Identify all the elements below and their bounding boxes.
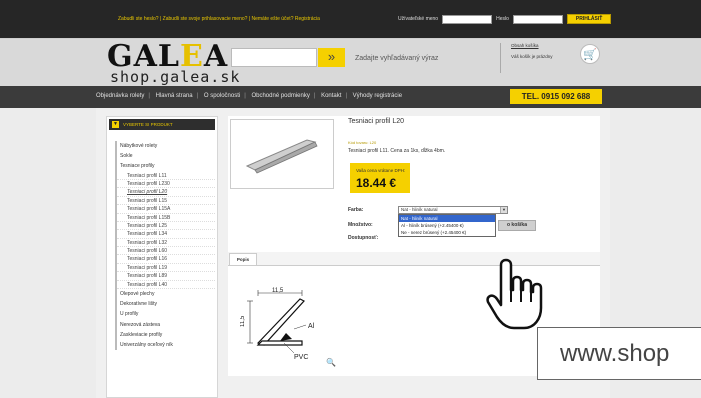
product-profile-image xyxy=(245,139,318,174)
logo-sub[interactable]: shop.galea.sk xyxy=(110,68,240,86)
product-description: Tesniaci profil L11. Cena za 1ks, dĺžka … xyxy=(348,148,446,154)
sidebar-category[interactable]: Univerzálny oceľový ník xyxy=(117,340,215,350)
username-label: Užívateľské meno xyxy=(398,16,439,22)
price-box: Vaša cena vrátane DPH: 18.44 € xyxy=(350,163,410,193)
color-select[interactable]: Nat - hliník natural ▼ xyxy=(398,206,508,214)
color-option[interactable]: Nat - hliník natural xyxy=(399,215,495,222)
top-bar: Zabudli ste heslo? | Zabudli ste svoje p… xyxy=(0,0,701,38)
sidebar-list: Nábytkové rolety Sokle Tesniace profily Tes… xyxy=(115,141,215,351)
cart-title-link[interactable]: Obsah košíka xyxy=(511,43,539,48)
dim-height-label: 11,5 xyxy=(240,315,246,327)
phone-badge: TEL. 0915 092 688 xyxy=(510,89,602,104)
sidebar-category[interactable]: Nábytkové rolety xyxy=(117,141,215,151)
password-input[interactable] xyxy=(512,14,563,24)
sidebar-category[interactable]: Tesniace profily xyxy=(117,161,215,171)
color-option[interactable]: Al - hliník brúsený (+2.45400 €) xyxy=(399,222,495,229)
sidebar-subitem[interactable]: Tesniaci profil L230 xyxy=(117,180,215,189)
price-label: Vaša cena vrátane DPH: xyxy=(356,168,406,173)
sidebar-category[interactable]: Zaskleviacie profily xyxy=(117,330,215,340)
login-button[interactable]: PRIHLÁSIŤ xyxy=(566,14,612,24)
sidebar-category[interactable]: Sokle xyxy=(117,151,215,161)
product-title: Tesniaci profil L20 xyxy=(348,118,405,125)
sidebar-subitem[interactable]: Tesniaci profil L60 xyxy=(117,247,215,256)
hand-cursor-icon xyxy=(486,258,543,330)
quantity-label: Množstvo: xyxy=(348,222,373,228)
sidebar-category[interactable]: Olepové plechy xyxy=(117,289,215,299)
nav-item-order[interactable]: Objednávka rolety xyxy=(96,93,144,99)
sidebar-heading-label: VYBERTE SI PRODUKT xyxy=(123,122,173,127)
sidebar-subitem[interactable]: Tesniaci profil L11 xyxy=(117,172,215,180)
sidebar-subitem[interactable]: Tesniaci profil L15A xyxy=(117,205,215,214)
label-al: Al xyxy=(308,323,315,330)
sidebar-subitem[interactable]: Tesniaci profil L40 xyxy=(117,281,215,290)
nav-item-benefits[interactable]: Výhody registrácie xyxy=(353,93,402,99)
price-value: 18.44 € xyxy=(356,176,397,190)
chevron-down-icon[interactable]: ▼ xyxy=(500,207,507,213)
sidebar-category[interactable]: Nerezová zásteva xyxy=(117,320,215,330)
sidebar-subitem[interactable]: Tesniaci profil L20 xyxy=(117,188,215,197)
label-pvc: PVC xyxy=(294,354,308,361)
sidebar-subitem[interactable]: Tesniaci profil L15B xyxy=(117,214,215,222)
sidebar-subitem[interactable]: Tesniaci profil L34 xyxy=(117,230,215,239)
color-select-value: Nat - hliník natural xyxy=(401,207,438,212)
main-nav: Objednávka rolety | Hlavná strana | O spol… xyxy=(0,86,701,108)
password-label: Heslo xyxy=(496,16,509,22)
sidebar-subitem[interactable]: Tesniaci profil L16 xyxy=(117,255,215,264)
sidebar-subitem[interactable]: Tesniaci profil L89 xyxy=(117,272,215,281)
availability-label: Dostupnosť: xyxy=(348,235,379,241)
color-option[interactable]: Ne - nerez brúsený (+2.45400 €) xyxy=(399,229,495,236)
sidebar-category[interactable]: Dekoratívne lišty xyxy=(117,299,215,309)
product-image[interactable] xyxy=(230,119,334,189)
zoom-icon[interactable]: 🔍 xyxy=(326,358,336,367)
nav-item-about[interactable]: O spoločnosti xyxy=(204,93,240,99)
sidebar-heading[interactable]: ▼ VYBERTE SI PRODUKT xyxy=(109,119,215,130)
color-dropdown: Nat - hliník natural Al - hliník brúsený… xyxy=(398,214,496,237)
sidebar-subitem[interactable]: Tesniaci profil L32 xyxy=(117,239,215,248)
search-button[interactable]: » xyxy=(318,48,345,67)
account-links[interactable]: Zabudli ste heslo? | Zabudli ste svoje p… xyxy=(118,16,320,22)
dim-width-label: 11,5 xyxy=(272,288,284,294)
sidebar-subitem[interactable]: Tesniaci profil L25 xyxy=(117,222,215,231)
cart-icon[interactable]: 🛒 xyxy=(580,44,600,64)
dropdown-arrow-icon: ▼ xyxy=(112,121,119,128)
profile-drawing: 11,5 11,5 Al PVC xyxy=(240,288,315,361)
username-input[interactable] xyxy=(442,14,493,24)
sidebar-subitem[interactable]: Tesniaci profil L19 xyxy=(117,264,215,273)
login-form: Užívateľské meno Heslo PRIHLÁSIŤ xyxy=(398,14,612,24)
search-hint: Zadajte vyhľadávaný výraz xyxy=(355,55,439,62)
add-to-cart-button[interactable]: o košíka xyxy=(498,220,536,231)
color-label: Farba: xyxy=(348,207,364,213)
sidebar: ▼ VYBERTE SI PRODUKT Nábytkové rolety Sok… xyxy=(106,116,218,398)
sidebar-subitem[interactable]: Tesniaci profil L15 xyxy=(117,197,215,206)
search-input[interactable] xyxy=(231,48,317,67)
nav-item-contact[interactable]: Kontakt xyxy=(321,93,341,99)
nav-item-home[interactable]: Hlavná strana xyxy=(156,93,193,99)
product-code: Kód tovaru: L20 xyxy=(348,140,377,145)
cart-status: Váš košík je prázdny xyxy=(511,54,553,59)
tab-description[interactable]: Popis xyxy=(229,253,257,265)
url-watermark: www.shop xyxy=(537,327,701,380)
header: GALEA shop.galea.sk » Zadajte vyhľadávan… xyxy=(0,38,701,86)
nav-item-terms[interactable]: Obchodné podmienky xyxy=(251,93,309,99)
header-divider xyxy=(500,43,501,73)
sidebar-category[interactable]: U profily xyxy=(117,309,215,319)
